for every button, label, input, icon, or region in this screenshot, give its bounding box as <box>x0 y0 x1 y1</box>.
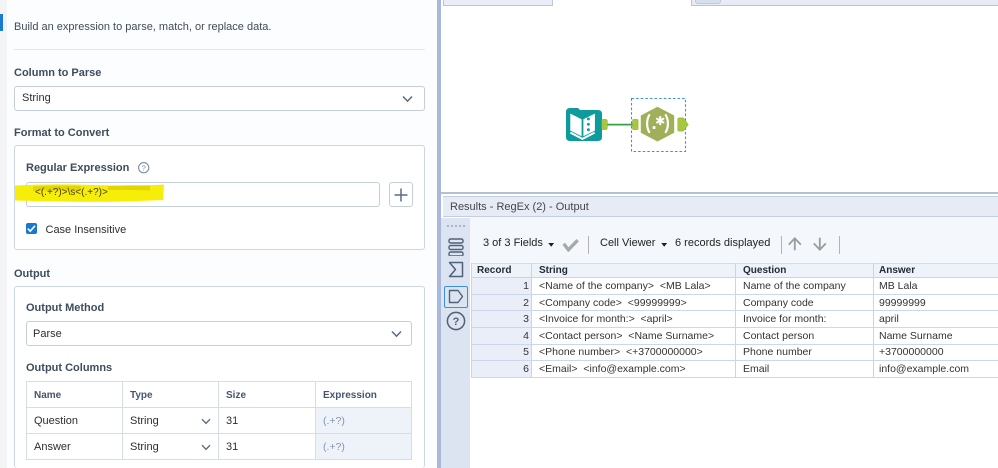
svg-text:?: ? <box>453 316 460 328</box>
svg-text:?: ? <box>142 163 146 172</box>
